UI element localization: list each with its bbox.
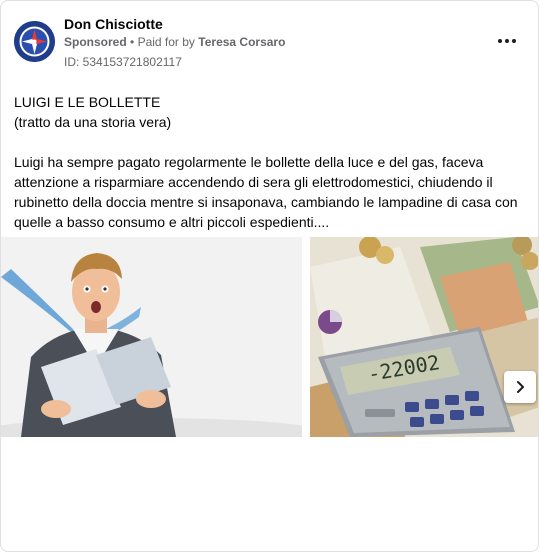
image-carousel[interactable]: -22002 xyxy=(1,237,538,437)
payer-name: Teresa Corsaro xyxy=(198,35,286,49)
more-horizontal-icon xyxy=(498,39,502,43)
ad-id: ID: 534153721802117 xyxy=(64,55,182,69)
calculator-money-illustration: -22002 xyxy=(310,237,538,437)
advertiser-name[interactable]: Don Chisciotte xyxy=(64,16,163,32)
sponsored-label: Sponsored xyxy=(64,35,127,49)
advertiser-avatar[interactable] xyxy=(14,21,55,62)
post-text: LUIGI E LE BOLLETTE (tratto da una stori… xyxy=(14,92,529,232)
sponsored-line: Sponsored • Paid for by Teresa Corsaro xyxy=(64,35,285,49)
carousel-image-man-with-bills[interactable] xyxy=(1,237,302,437)
separator-dot: • xyxy=(130,35,135,49)
compass-logo-icon xyxy=(14,21,55,62)
carousel-image-calculator-and-money[interactable]: -22002 xyxy=(310,237,538,437)
ad-card: Don Chisciotte Sponsored • Paid for by T… xyxy=(0,0,539,552)
more-options-button[interactable] xyxy=(494,31,520,51)
post-subtitle: (tratto da una storia vera) xyxy=(14,114,172,130)
man-with-bills-illustration xyxy=(1,237,302,437)
post-body: Luigi ha sempre pagato regolarmente le b… xyxy=(14,154,518,230)
post-title: LUIGI E LE BOLLETTE xyxy=(14,94,161,110)
paid-for-prefix: Paid for by xyxy=(137,35,195,49)
chevron-right-icon xyxy=(517,381,524,393)
carousel-next-button[interactable] xyxy=(504,371,536,403)
